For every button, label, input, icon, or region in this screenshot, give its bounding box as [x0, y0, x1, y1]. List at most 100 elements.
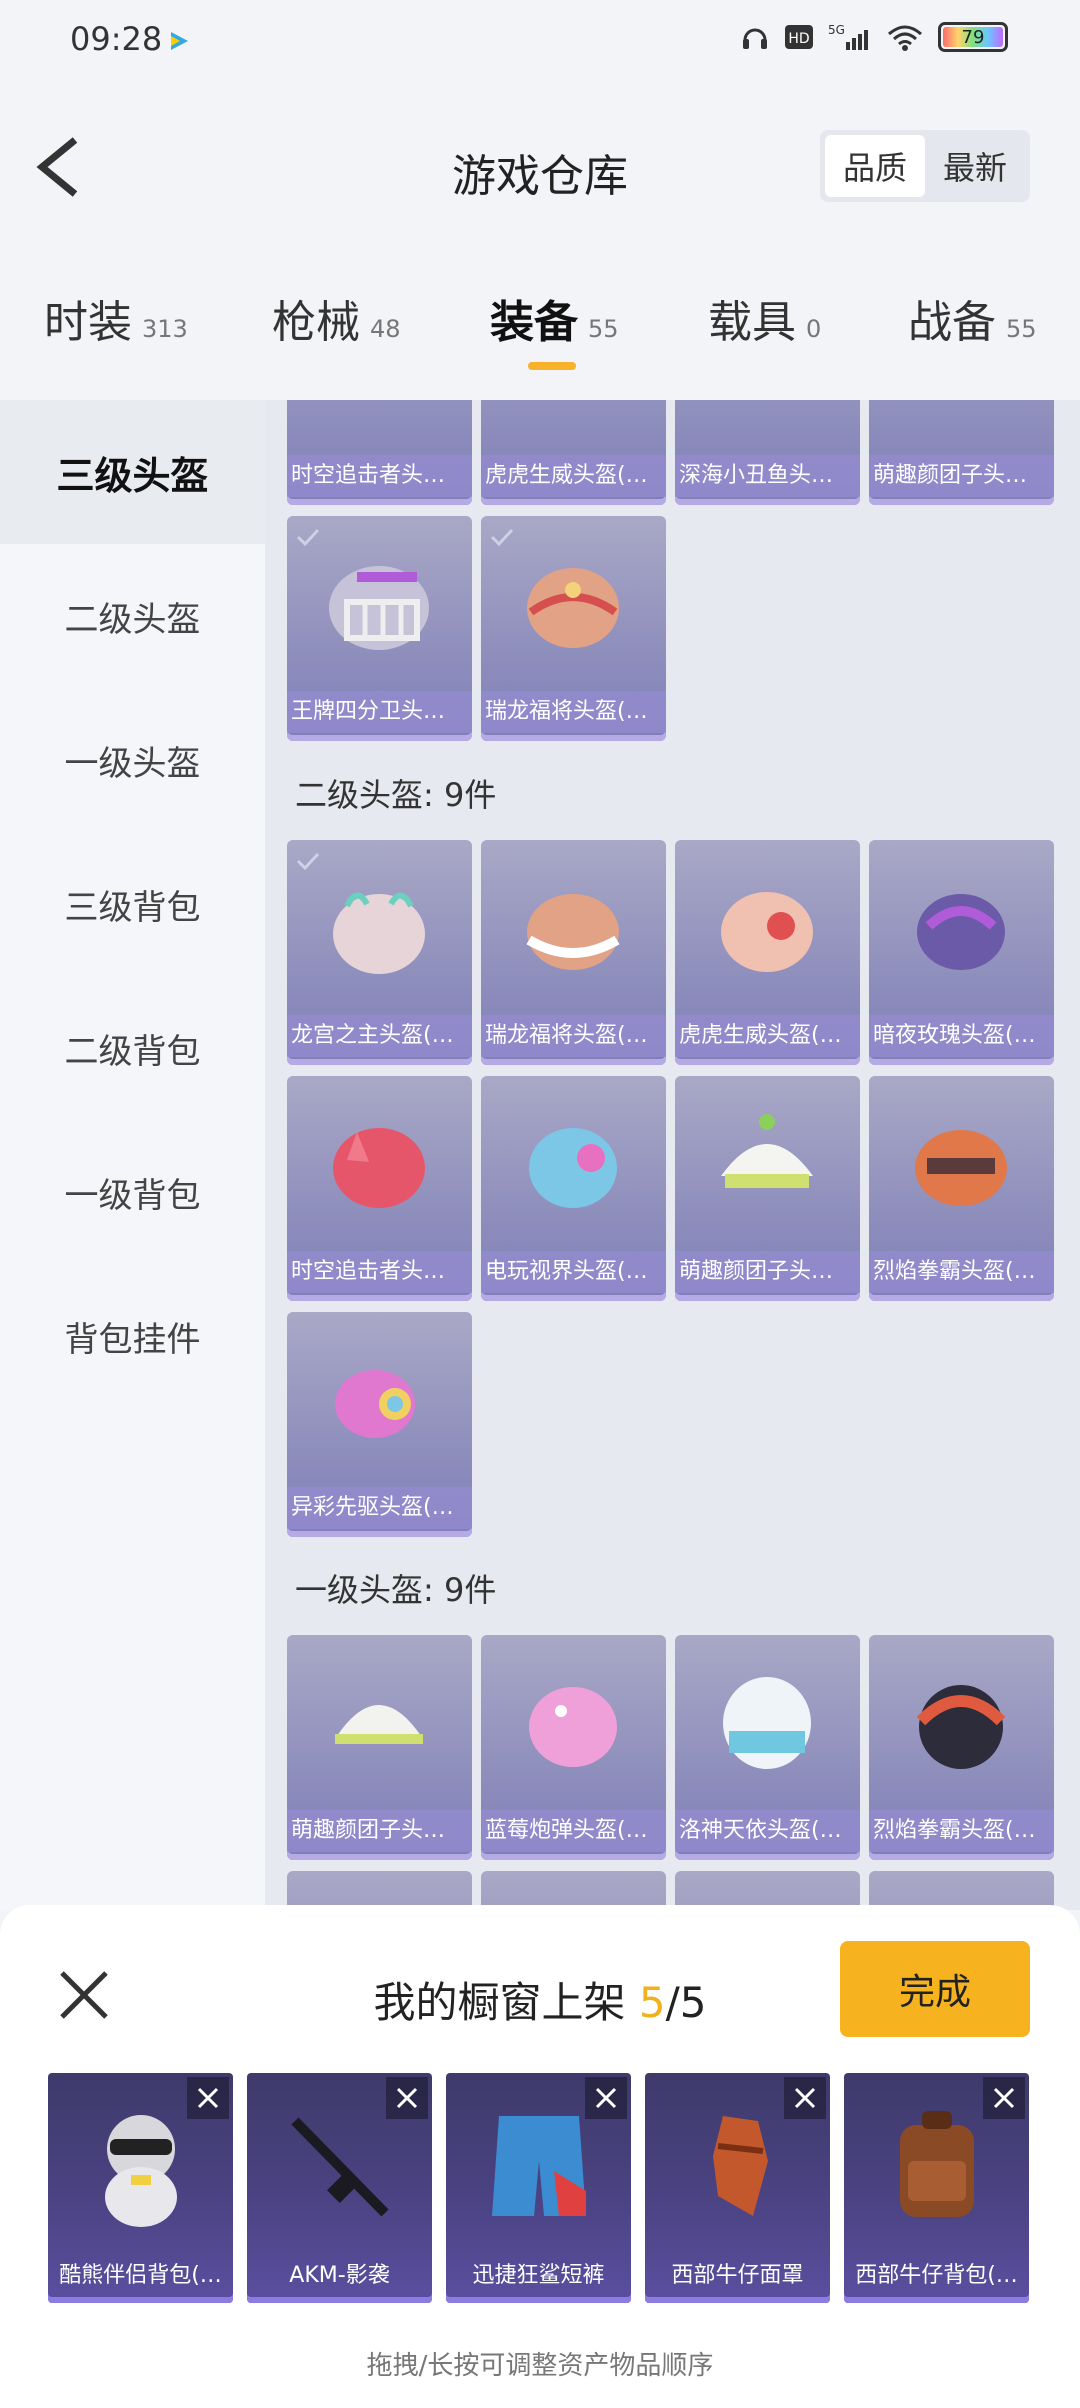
- item-card[interactable]: 虎虎生威头盔(…: [481, 400, 666, 505]
- total-count: /5: [665, 1978, 707, 2027]
- side-item-level1-helmet[interactable]: 一级头盔: [0, 688, 265, 832]
- tab-count: 48: [370, 315, 401, 343]
- side-item-level3-helmet[interactable]: 三级头盔: [0, 400, 265, 544]
- item-name: 异彩先驱头盔(…: [287, 1487, 472, 1529]
- network-label: 5G: [828, 23, 845, 37]
- status-time: 09:28: [70, 20, 163, 58]
- tab-label: 载具: [708, 297, 796, 348]
- showcase-slot[interactable]: 酷熊伴侣背包(…: [48, 2073, 233, 2303]
- slot-name: 迅捷狂鲨短裤: [472, 2263, 605, 2288]
- active-tab-indicator: [528, 362, 576, 370]
- rifle-image: [291, 2117, 389, 2217]
- item-card[interactable]: 王牌四分卫头…: [287, 516, 472, 741]
- item-name: 瑞龙福将头盔(…: [481, 691, 666, 733]
- status-bar: 09:28 HD 5G 79: [0, 0, 1080, 80]
- helmet-image: [335, 1705, 423, 1744]
- slot-name: AKM-影袭: [289, 2263, 390, 2288]
- tab-weapons[interactable]: 枪械 48: [272, 286, 401, 350]
- shorts-image: [492, 2116, 586, 2216]
- showcase-slot[interactable]: 西部牛仔面罩: [645, 2073, 830, 2303]
- helmet-image: [511, 400, 636, 431]
- item-card[interactable]: 蓝莓炮弹头盔(…: [481, 1635, 666, 1860]
- item-card[interactable]: 电玩视界头盔(…: [481, 1076, 666, 1301]
- helmet-image: [526, 894, 620, 970]
- item-card[interactable]: 洛神天依头盔(…: [675, 1635, 860, 1860]
- tab-fashion[interactable]: 时装 313: [44, 286, 188, 350]
- tab-count: 55: [588, 315, 619, 343]
- showcase-slot[interactable]: 西部牛仔背包(…: [844, 2073, 1029, 2303]
- tab-supplies[interactable]: 战备 55: [908, 286, 1037, 350]
- tab-label: 时装: [44, 297, 132, 348]
- item-name: 蓝莓炮弹头盔(…: [481, 1810, 666, 1852]
- helmet-image: [721, 892, 813, 972]
- item-name: 烈焰拳霸头盔(…: [869, 1810, 1054, 1852]
- helmet-image: [529, 1128, 617, 1208]
- side-item-level1-backpack[interactable]: 一级背包: [0, 1120, 265, 1264]
- battery-icon: 79: [938, 22, 1008, 52]
- helmet-image: [915, 1130, 1007, 1206]
- side-item-backpack-charm[interactable]: 背包挂件: [0, 1264, 265, 1408]
- side-item-level3-backpack[interactable]: 三级背包: [0, 832, 265, 976]
- helmet-image: [335, 1370, 415, 1438]
- item-card[interactable]: 龙宫之主头盔(…: [287, 840, 472, 1065]
- tab-count: 313: [142, 315, 188, 343]
- item-card[interactable]: 烈焰拳霸头盔(…: [869, 1076, 1054, 1301]
- showcase-slot[interactable]: AKM-影袭: [247, 2073, 432, 2303]
- item-card[interactable]: 异彩先驱头盔(…: [287, 1312, 472, 1537]
- item-name: 暗夜玫瑰头盔(…: [869, 1015, 1054, 1057]
- helmet-image: [329, 566, 429, 650]
- item-card[interactable]: 时空追击者头…: [287, 1076, 472, 1301]
- tab-label: 枪械: [272, 297, 360, 348]
- item-card[interactable]: 烈焰拳霸头盔(…: [869, 1635, 1054, 1860]
- helmet-image: [916, 1685, 1006, 1769]
- item-name: 时空追击者头…: [287, 1251, 472, 1293]
- cowboy-backpack-image: [900, 2111, 974, 2217]
- item-card[interactable]: 深海小丑鱼头…: [675, 400, 860, 505]
- helmet-image: [333, 1128, 425, 1208]
- tab-vehicles[interactable]: 载具 0: [708, 286, 821, 350]
- item-name: 萌趣颜团子头…: [287, 1810, 472, 1852]
- helmet-image: [317, 400, 442, 431]
- sort-latest-button[interactable]: 最新: [925, 135, 1025, 197]
- bear-backpack-image: [105, 2115, 177, 2227]
- category-tabs: 时装 313 枪械 48 装备 55 载具 0 战备 55: [0, 250, 1080, 400]
- section-title-level2: 二级头盔: 9件: [295, 776, 497, 814]
- item-grid-area[interactable]: 时空追击者头… 虎虎生威头盔(… 深海小丑鱼头… 萌趣颜团子头… 王牌四分卫头……: [265, 400, 1080, 1910]
- item-card[interactable]: 时空追击者头…: [287, 400, 472, 505]
- item-card[interactable]: 暗夜玫瑰头盔(…: [869, 840, 1054, 1065]
- item-card[interactable]: 瑞龙福将头盔(…: [481, 840, 666, 1065]
- showcase-slot[interactable]: 迅捷狂鲨短裤: [446, 2073, 631, 2303]
- item-card[interactable]: 虎虎生威头盔(…: [675, 840, 860, 1065]
- item-card[interactable]: 萌趣颜团子头…: [287, 1635, 472, 1860]
- tab-equipment[interactable]: 装备 55: [490, 286, 619, 350]
- item-card[interactable]: 瑞龙福将头盔(…: [481, 516, 666, 741]
- helmet-image: [899, 400, 1024, 431]
- tab-label: 装备: [490, 297, 578, 348]
- subcategory-menu: 三级头盔 二级头盔 一级头盔 三级背包 二级背包 一级背包 背包挂件: [0, 400, 265, 1910]
- helmet-image: [705, 400, 830, 431]
- item-card[interactable]: 萌趣颜团子头…: [869, 400, 1054, 505]
- status-icons: HD 5G 79: [740, 22, 1008, 52]
- item-name: 萌趣颜团子头…: [869, 455, 1054, 497]
- signal-5g-icon: 5G: [828, 23, 868, 50]
- helmet-image: [917, 894, 1005, 970]
- video-app-icon: [171, 32, 188, 50]
- sort-quality-button[interactable]: 品质: [825, 135, 925, 197]
- svg-text:HD: HD: [788, 31, 809, 47]
- side-item-level2-helmet[interactable]: 二级头盔: [0, 544, 265, 688]
- item-name: 王牌四分卫头…: [287, 691, 472, 733]
- item-name: 电玩视界头盔(…: [481, 1251, 666, 1293]
- item-name: 虎虎生威头盔(…: [675, 1015, 860, 1057]
- tab-count: 0: [806, 315, 822, 343]
- item-name: 瑞龙福将头盔(…: [481, 1015, 666, 1057]
- item-card[interactable]: 萌趣颜团子头…: [675, 1076, 860, 1301]
- item-name: 虎虎生威头盔(…: [481, 455, 666, 497]
- tab-label: 战备: [908, 297, 996, 348]
- sort-toggle: 品质 最新: [820, 130, 1030, 202]
- wifi-icon: [888, 25, 922, 51]
- side-item-level2-backpack[interactable]: 二级背包: [0, 976, 265, 1120]
- slot-name: 西部牛仔面罩: [671, 2263, 804, 2288]
- done-button[interactable]: 完成: [840, 1941, 1030, 2037]
- reorder-hint: 拖拽/长按可调整资产物品顺序: [366, 2351, 714, 2381]
- slot-name: 西部牛仔背包(…: [855, 2263, 1018, 2288]
